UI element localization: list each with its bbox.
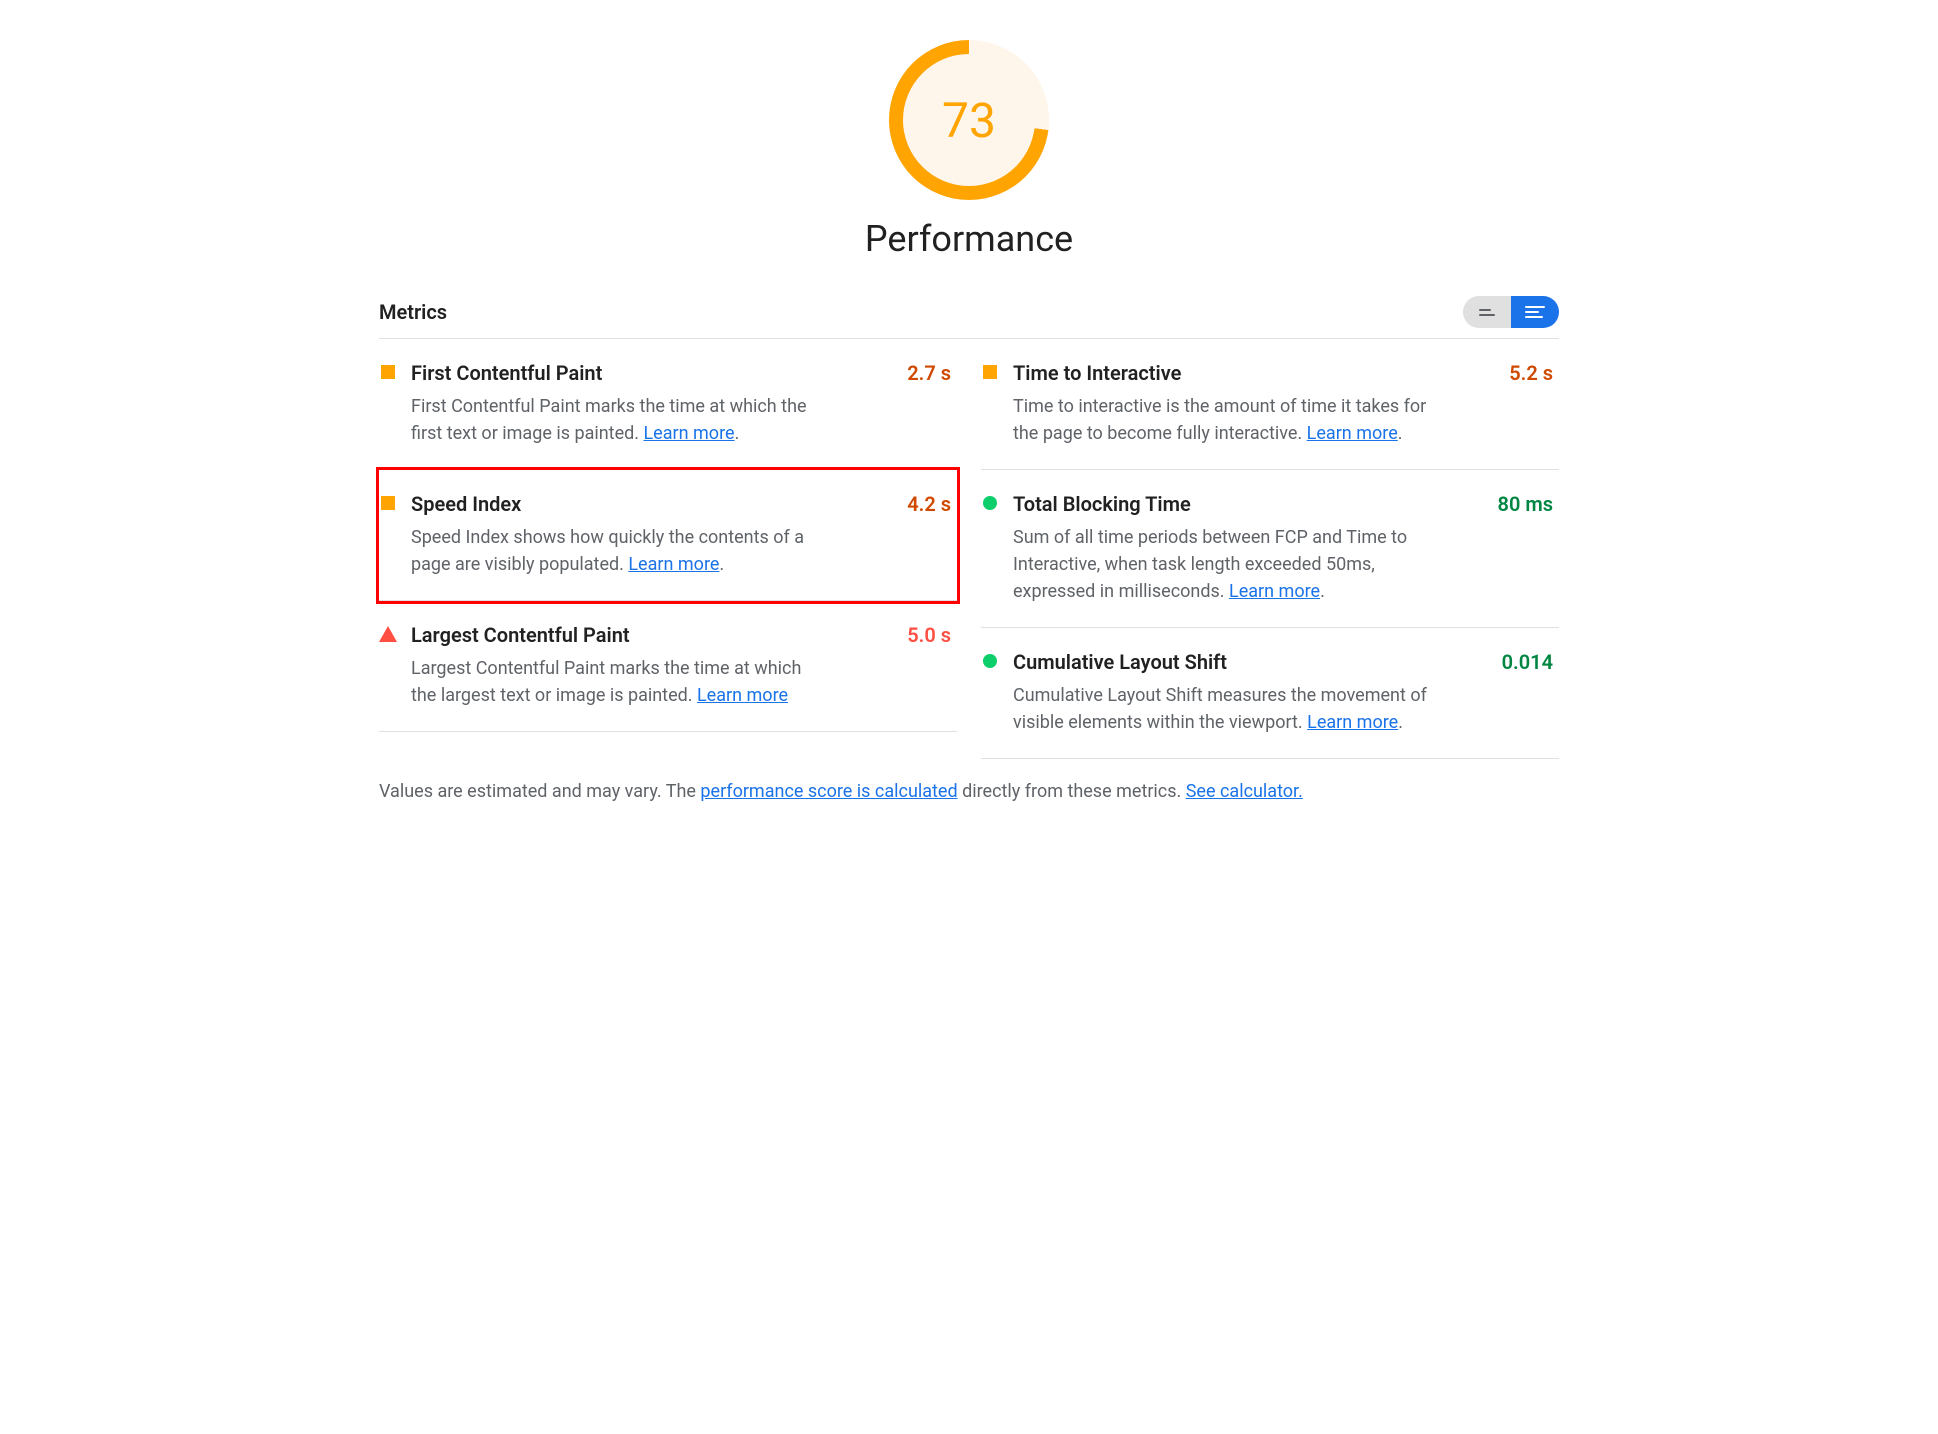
circle-icon	[983, 496, 997, 510]
metric-name: First Contentful Paint	[411, 361, 602, 385]
square-icon	[983, 365, 997, 379]
circle-icon	[983, 654, 997, 668]
metric-description: Cumulative Layout Shift measures the mov…	[1013, 682, 1433, 736]
metric-name: Total Blocking Time	[1013, 492, 1191, 516]
metrics-grid: First Contentful Paint 2.7 s First Content…	[379, 339, 1559, 759]
square-icon	[381, 496, 395, 510]
see-calculator-link[interactable]: See calculator.	[1186, 781, 1303, 802]
metric-value: 0.014	[1502, 650, 1553, 674]
metric-value: 80 ms	[1498, 492, 1553, 516]
metric-name: Time to Interactive	[1013, 361, 1181, 385]
metric-name: Speed Index	[411, 492, 521, 516]
metric-time-to-interactive: Time to Interactive 5.2 s Time to interact…	[981, 339, 1559, 470]
footer-text: directly from these metrics.	[958, 781, 1186, 802]
metric-name: Largest Contentful Paint	[411, 623, 630, 647]
metric-value: 4.2 s	[907, 492, 951, 516]
footer-text: Values are estimated and may vary. The	[379, 781, 700, 802]
metric-cumulative-layout-shift: Cumulative Layout Shift 0.014 Cumulative L…	[981, 628, 1559, 759]
learn-more-link[interactable]: Learn more	[1229, 581, 1320, 602]
metric-value: 5.0 s	[907, 623, 951, 647]
learn-more-link[interactable]: Learn more	[643, 423, 734, 444]
performance-gauge-area: 73 Performance	[379, 40, 1559, 260]
metric-name: Cumulative Layout Shift	[1013, 650, 1227, 674]
learn-more-link[interactable]: Learn more	[628, 554, 719, 575]
metric-total-blocking-time: Total Blocking Time 80 ms Sum of all time …	[981, 470, 1559, 628]
status-icon	[981, 652, 999, 670]
metric-description: First Contentful Paint marks the time at…	[411, 393, 831, 447]
footer-note: Values are estimated and may vary. The p…	[379, 781, 1559, 802]
metric-description: Time to interactive is the amount of tim…	[1013, 393, 1433, 447]
gauge-label: Performance	[865, 218, 1073, 260]
status-icon	[981, 363, 999, 381]
metrics-column-right: Time to Interactive 5.2 s Time to interact…	[981, 339, 1559, 759]
metrics-column-left: First Contentful Paint 2.7 s First Content…	[379, 339, 957, 759]
metric-largest-contentful-paint: Largest Contentful Paint 5.0 s Largest Con…	[379, 601, 957, 732]
metric-value: 2.7 s	[907, 361, 951, 385]
learn-more-link[interactable]: Learn more	[697, 685, 788, 706]
view-toggle	[1463, 296, 1559, 328]
metric-description: Sum of all time periods between FCP and …	[1013, 524, 1433, 605]
square-icon	[381, 365, 395, 379]
status-icon	[379, 363, 397, 381]
expanded-view-button[interactable]	[1511, 296, 1559, 328]
metric-description: Largest Contentful Paint marks the time …	[411, 655, 831, 709]
metric-value: 5.2 s	[1509, 361, 1553, 385]
status-icon	[379, 494, 397, 512]
status-icon	[379, 625, 397, 643]
status-icon	[981, 494, 999, 512]
triangle-icon	[379, 626, 397, 642]
learn-more-link[interactable]: Learn more	[1307, 712, 1398, 733]
metric-description: Speed Index shows how quickly the conten…	[411, 524, 831, 578]
gauge-score: 73	[903, 54, 1035, 186]
metrics-heading: Metrics	[379, 300, 447, 324]
learn-more-link[interactable]: Learn more	[1307, 423, 1398, 444]
metric-speed-index: Speed Index 4.2 s Speed Index shows how qu…	[379, 470, 957, 601]
compact-view-button[interactable]	[1463, 296, 1511, 328]
performance-score-link[interactable]: performance score is calculated	[700, 781, 957, 802]
metric-first-contentful-paint: First Contentful Paint 2.7 s First Content…	[379, 339, 957, 470]
performance-gauge: 73	[889, 40, 1049, 200]
